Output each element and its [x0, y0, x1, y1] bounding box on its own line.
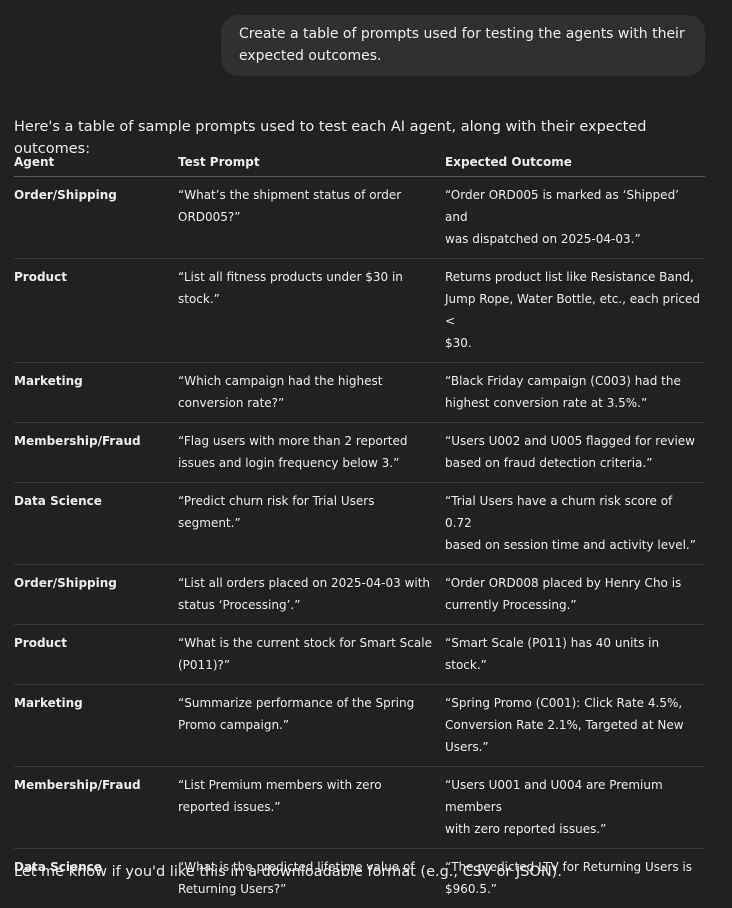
header-test-prompt: Test Prompt [178, 151, 445, 177]
cell-outcome: “Spring Promo (C001): Click Rate 4.5%, C… [445, 685, 705, 767]
cell-outcome: “Smart Scale (P011) has 40 units in stoc… [445, 625, 705, 685]
cell-prompt: “List all orders placed on 2025-04-03 wi… [178, 565, 445, 625]
cell-agent: Product [14, 259, 178, 363]
cell-prompt: “List all fitness products under $30 in … [178, 259, 445, 363]
cell-agent: Order/Shipping [14, 177, 178, 259]
table-row: Membership/Fraud “Flag users with more t… [14, 423, 705, 483]
cell-outcome: Returns product list like Resistance Ban… [445, 259, 705, 363]
header-agent: Agent [14, 151, 178, 177]
cell-outcome: “Order ORD005 is marked as ‘Shipped’ and… [445, 177, 705, 259]
table-row: Marketing “Summarize performance of the … [14, 685, 705, 767]
cell-prompt: “What’s the shipment status of order ORD… [178, 177, 445, 259]
table-row: Marketing “Which campaign had the highes… [14, 363, 705, 423]
cell-outcome: “Users U002 and U005 flagged for review … [445, 423, 705, 483]
cell-prompt: “Flag users with more than 2 reported is… [178, 423, 445, 483]
user-message-bubble: Create a table of prompts used for testi… [221, 15, 705, 76]
cell-agent: Membership/Fraud [14, 767, 178, 849]
table-row: Membership/Fraud “List Premium members w… [14, 767, 705, 849]
test-prompts-table: Agent Test Prompt Expected Outcome Order… [14, 151, 705, 908]
cell-agent: Marketing [14, 685, 178, 767]
cell-outcome: “Order ORD008 placed by Henry Cho is cur… [445, 565, 705, 625]
cell-agent: Product [14, 625, 178, 685]
table-header-row: Agent Test Prompt Expected Outcome [14, 151, 705, 177]
cell-agent: Data Science [14, 483, 178, 565]
table-row: Product “What is the current stock for S… [14, 625, 705, 685]
cell-outcome: “Users U001 and U004 are Premium members… [445, 767, 705, 849]
cell-agent: Order/Shipping [14, 565, 178, 625]
cell-agent: Membership/Fraud [14, 423, 178, 483]
cell-outcome: “Black Friday campaign (C003) had the hi… [445, 363, 705, 423]
cell-prompt: “Predict churn risk for Trial Users segm… [178, 483, 445, 565]
cell-prompt: “Summarize performance of the Spring Pro… [178, 685, 445, 767]
table-row: Data Science “Predict churn risk for Tri… [14, 483, 705, 565]
table-row: Product “List all fitness products under… [14, 259, 705, 363]
header-expected-outcome: Expected Outcome [445, 151, 705, 177]
cell-prompt: “Which campaign had the highest conversi… [178, 363, 445, 423]
table-row: Order/Shipping “List all orders placed o… [14, 565, 705, 625]
cell-outcome: “Trial Users have a churn risk score of … [445, 483, 705, 565]
cell-prompt: “List Premium members with zero reported… [178, 767, 445, 849]
cell-agent: Marketing [14, 363, 178, 423]
cell-prompt: “What is the current stock for Smart Sca… [178, 625, 445, 685]
table-row: Order/Shipping “What’s the shipment stat… [14, 177, 705, 259]
assistant-outro: Let me know if you'd like this in a down… [14, 861, 724, 883]
